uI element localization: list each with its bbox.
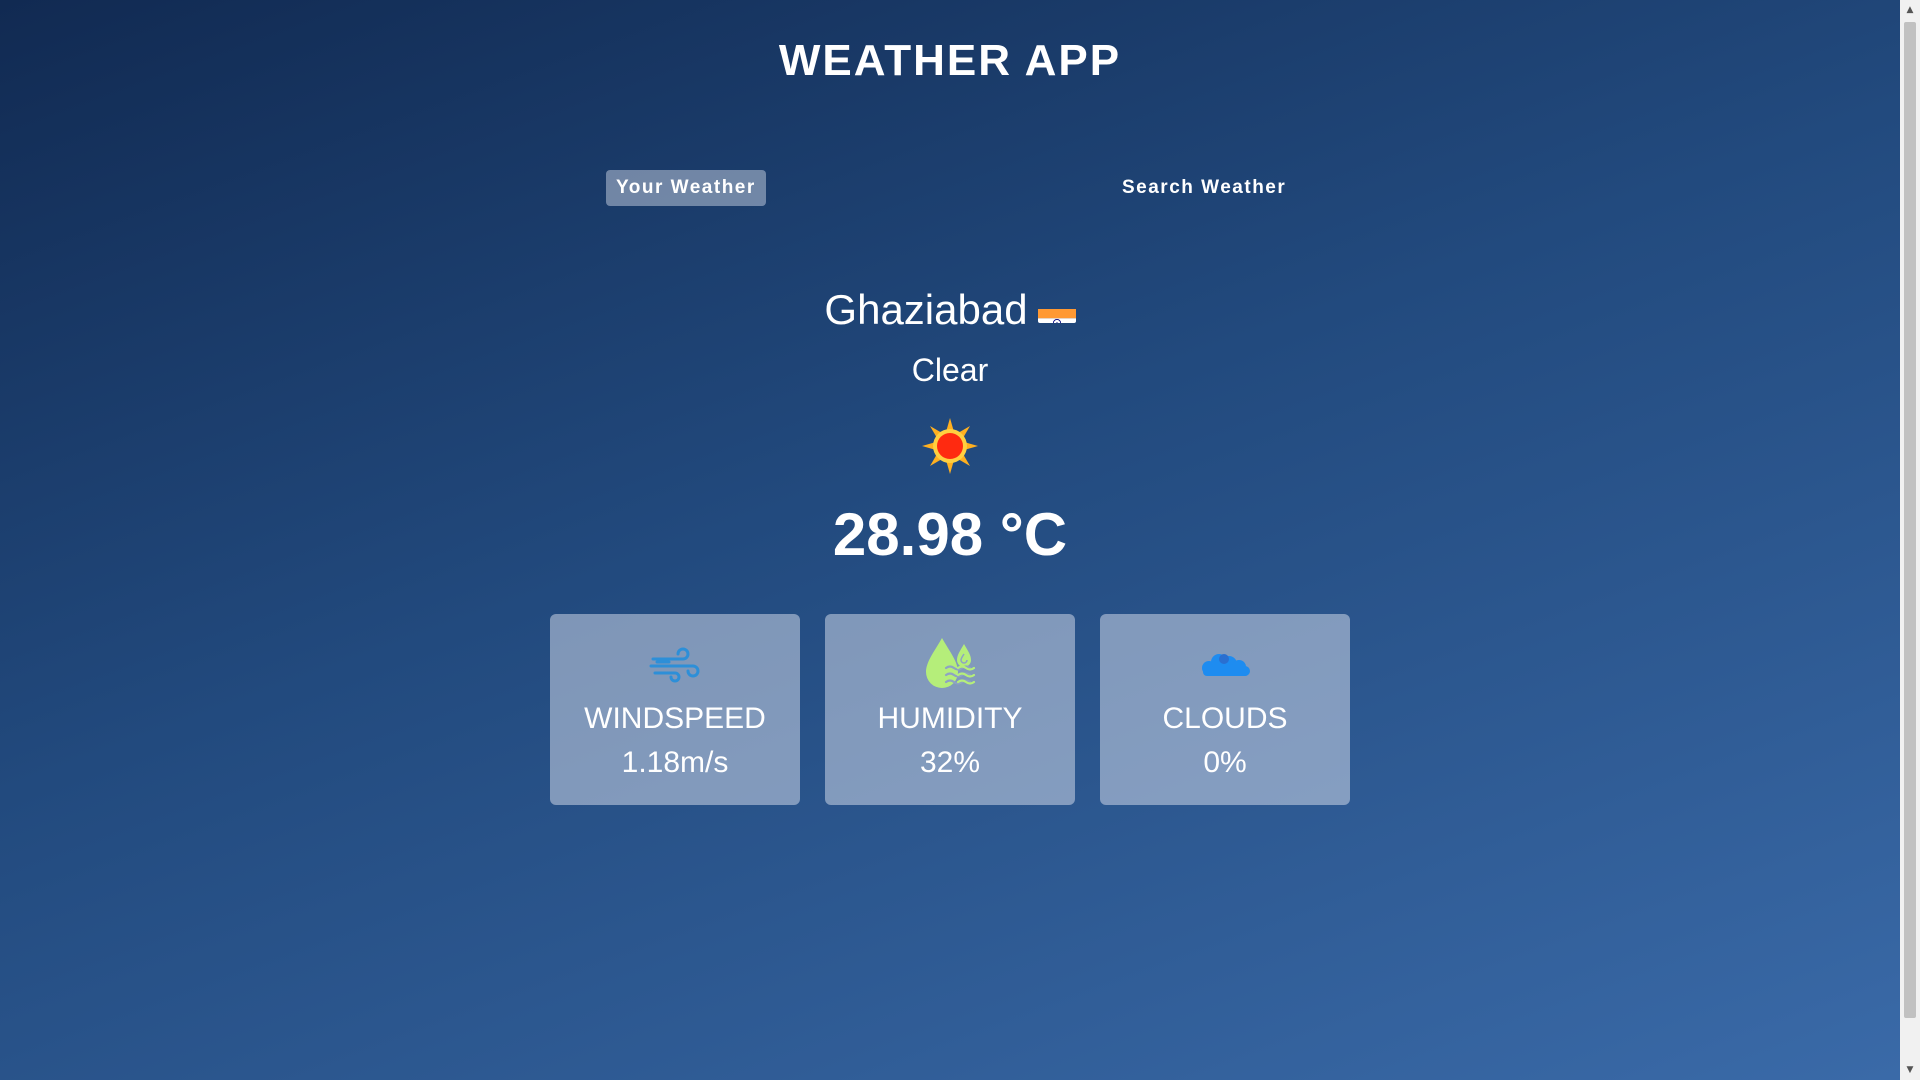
- sun-icon: [920, 416, 980, 476]
- clouds-label: CLOUDS: [1162, 702, 1288, 735]
- scroll-down-arrow-icon[interactable]: ▼: [1900, 1060, 1920, 1080]
- clouds-value: 0%: [1203, 746, 1247, 779]
- humidity-icon: [920, 634, 980, 694]
- vertical-scrollbar[interactable]: ▲ ▼: [1900, 0, 1920, 1080]
- scroll-up-arrow-icon[interactable]: ▲: [1900, 0, 1920, 20]
- tab-your-weather[interactable]: Your Weather: [606, 170, 766, 206]
- humidity-label: HUMIDITY: [877, 702, 1023, 735]
- temperature: 28.98 °C: [832, 501, 1068, 568]
- windspeed-card: WINDSPEED 1.18m/s: [550, 614, 800, 805]
- windspeed-label: WINDSPEED: [584, 702, 766, 735]
- tab-search-weather[interactable]: Search Weather: [1112, 170, 1296, 206]
- cloud-icon: [1195, 634, 1255, 694]
- wind-icon: [645, 634, 705, 694]
- tab-bar: Your Weather Search Weather: [0, 170, 1900, 206]
- city-heading: Ghaziabad: [0, 282, 1900, 338]
- weather-page: WEATHER APP Your Weather Search Weather …: [0, 0, 1900, 1080]
- humidity-card: HUMIDITY 32%: [825, 614, 1075, 805]
- city-name: Ghaziabad: [824, 286, 1028, 333]
- clouds-card: CLOUDS 0%: [1100, 614, 1350, 805]
- india-flag-icon: [1037, 295, 1076, 323]
- app-title: WEATHER APP: [778, 36, 1122, 85]
- windspeed-value: 1.18m/s: [621, 746, 729, 779]
- humidity-value: 32%: [919, 746, 981, 779]
- scrollbar-thumb[interactable]: [1904, 22, 1916, 1018]
- weather-description: Clear: [911, 352, 989, 388]
